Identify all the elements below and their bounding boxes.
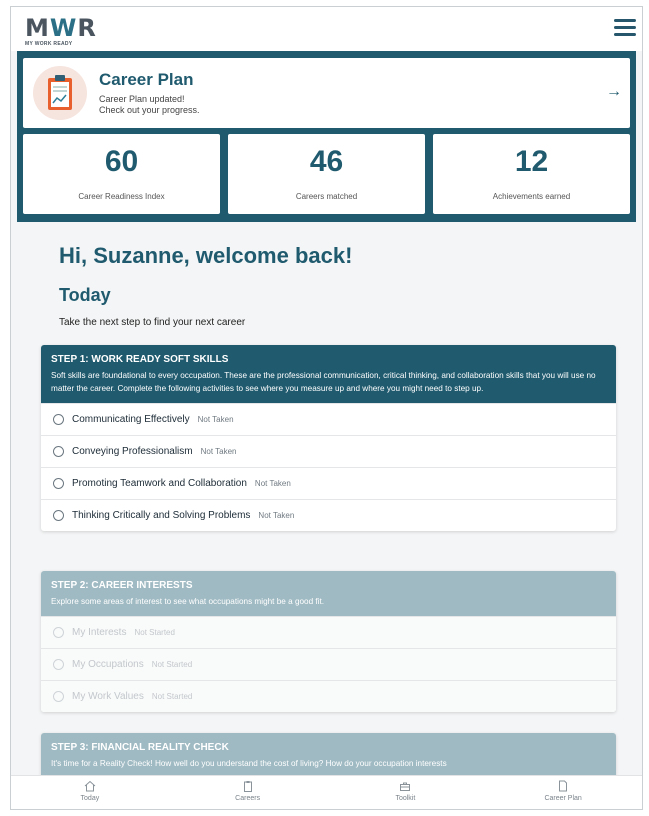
radio-circle-icon: [53, 446, 64, 457]
activity-item[interactable]: Communicating Effectively Not Taken: [41, 403, 616, 435]
logo-mark: MWR: [25, 14, 97, 42]
radio-circle-icon: [53, 659, 64, 670]
career-plan-progress-text: Check out your progress.: [99, 105, 200, 115]
nav-label: Today: [80, 795, 100, 802]
stat-label: Achievements earned: [492, 192, 571, 201]
activity-label: Conveying Professionalism: [72, 446, 193, 457]
stat-value: 12: [514, 145, 549, 178]
radio-circle-icon: [53, 627, 64, 638]
radio-circle-icon: [53, 414, 64, 425]
activity-status: Not Taken: [200, 447, 237, 456]
step-title: STEP 3: FINANCIAL REALITY CHECK: [51, 742, 229, 753]
arrow-right-icon[interactable]: →: [606, 83, 622, 101]
home-icon: [11, 779, 169, 793]
step-title: STEP 2: CAREER INTERESTS: [51, 580, 193, 591]
nav-label: Career Plan: [544, 795, 582, 802]
activity-label: My Work Values: [72, 691, 144, 702]
stat-value: 60: [104, 145, 139, 178]
radio-circle-icon: [53, 478, 64, 489]
activity-label: My Interests: [72, 627, 127, 638]
activity-status: Not Started: [151, 660, 193, 669]
activity-item[interactable]: Promoting Teamwork and Collaboration Not…: [41, 467, 616, 499]
radio-circle-icon: [53, 510, 64, 521]
activity-status: Not Started: [134, 628, 175, 637]
step-2-card: STEP 2: CAREER INTERESTS Explore some ar…: [41, 571, 616, 712]
stat-label: Careers matched: [295, 192, 358, 201]
bottom-navigation: Today Careers Toolkit Career Plan: [11, 775, 642, 809]
activity-item[interactable]: Conveying Professionalism Not Taken: [41, 435, 616, 467]
stat-value: 46: [309, 145, 344, 178]
welcome-greeting: Hi, Suzanne, welcome back!: [59, 243, 353, 268]
activity-status: Not Started: [151, 692, 193, 701]
clipboard-icon: [169, 779, 327, 793]
activity-item[interactable]: My Work Values Not Started: [41, 680, 616, 712]
career-plan-title: Career Plan: [99, 70, 194, 89]
activity-status: Not Taken: [197, 415, 234, 424]
stat-label: Career Readiness Index: [78, 192, 165, 201]
top-bar: MWR MY WORK READY: [11, 7, 642, 51]
nav-careers[interactable]: Careers: [169, 776, 327, 809]
stat-career-readiness[interactable]: 60 Career Readiness Index: [23, 134, 220, 214]
app-frame: MWR MY WORK READY Career Plan Career Pla…: [10, 6, 643, 810]
stat-careers-matched[interactable]: 46 Careers matched: [228, 134, 425, 214]
activity-label: Thinking Critically and Solving Problems: [72, 510, 251, 521]
career-plan-card[interactable]: Career Plan Career Plan updated! Check o…: [23, 58, 630, 128]
today-heading: Today: [59, 285, 111, 305]
step-description: Soft skills are foundational to every oc…: [51, 371, 596, 393]
dashboard-summary-panel: Career Plan Career Plan updated! Check o…: [17, 51, 636, 222]
nav-today[interactable]: Today: [11, 776, 169, 809]
step-description: It's time for a Reality Check! How well …: [51, 759, 447, 768]
activity-item[interactable]: My Occupations Not Started: [41, 648, 616, 680]
nav-toolkit[interactable]: Toolkit: [327, 776, 485, 809]
activity-status: Not Taken: [258, 511, 295, 520]
radio-circle-icon: [53, 691, 64, 702]
step-description: Explore some areas of interest to see wh…: [51, 597, 325, 606]
step-header: STEP 2: CAREER INTERESTS Explore some ar…: [41, 571, 616, 616]
activity-item[interactable]: My Interests Not Started: [41, 616, 616, 648]
clipboard-chart-icon: [33, 66, 87, 120]
activity-item[interactable]: Thinking Critically and Solving Problems…: [41, 499, 616, 531]
step-1-card: STEP 1: WORK READY SOFT SKILLS Soft skil…: [41, 345, 616, 531]
activity-label: Communicating Effectively: [72, 414, 190, 425]
today-subtitle: Take the next step to find your next car…: [59, 317, 246, 328]
stat-achievements[interactable]: 12 Achievements earned: [433, 134, 630, 214]
step-header: STEP 1: WORK READY SOFT SKILLS Soft skil…: [41, 345, 616, 403]
step-title: STEP 1: WORK READY SOFT SKILLS: [51, 354, 229, 365]
nav-label: Toolkit: [395, 795, 416, 802]
activity-label: My Occupations: [72, 659, 144, 670]
hamburger-menu-icon[interactable]: [614, 19, 636, 37]
activity-status: Not Taken: [254, 479, 291, 488]
toolbox-icon: [327, 779, 485, 793]
career-plan-update-text: Career Plan updated!: [99, 94, 185, 104]
logo[interactable]: MWR MY WORK READY: [25, 14, 97, 49]
nav-label: Careers: [235, 795, 261, 802]
activity-label: Promoting Teamwork and Collaboration: [72, 478, 247, 489]
nav-career-plan[interactable]: Career Plan: [484, 776, 642, 809]
document-icon: [484, 779, 642, 793]
